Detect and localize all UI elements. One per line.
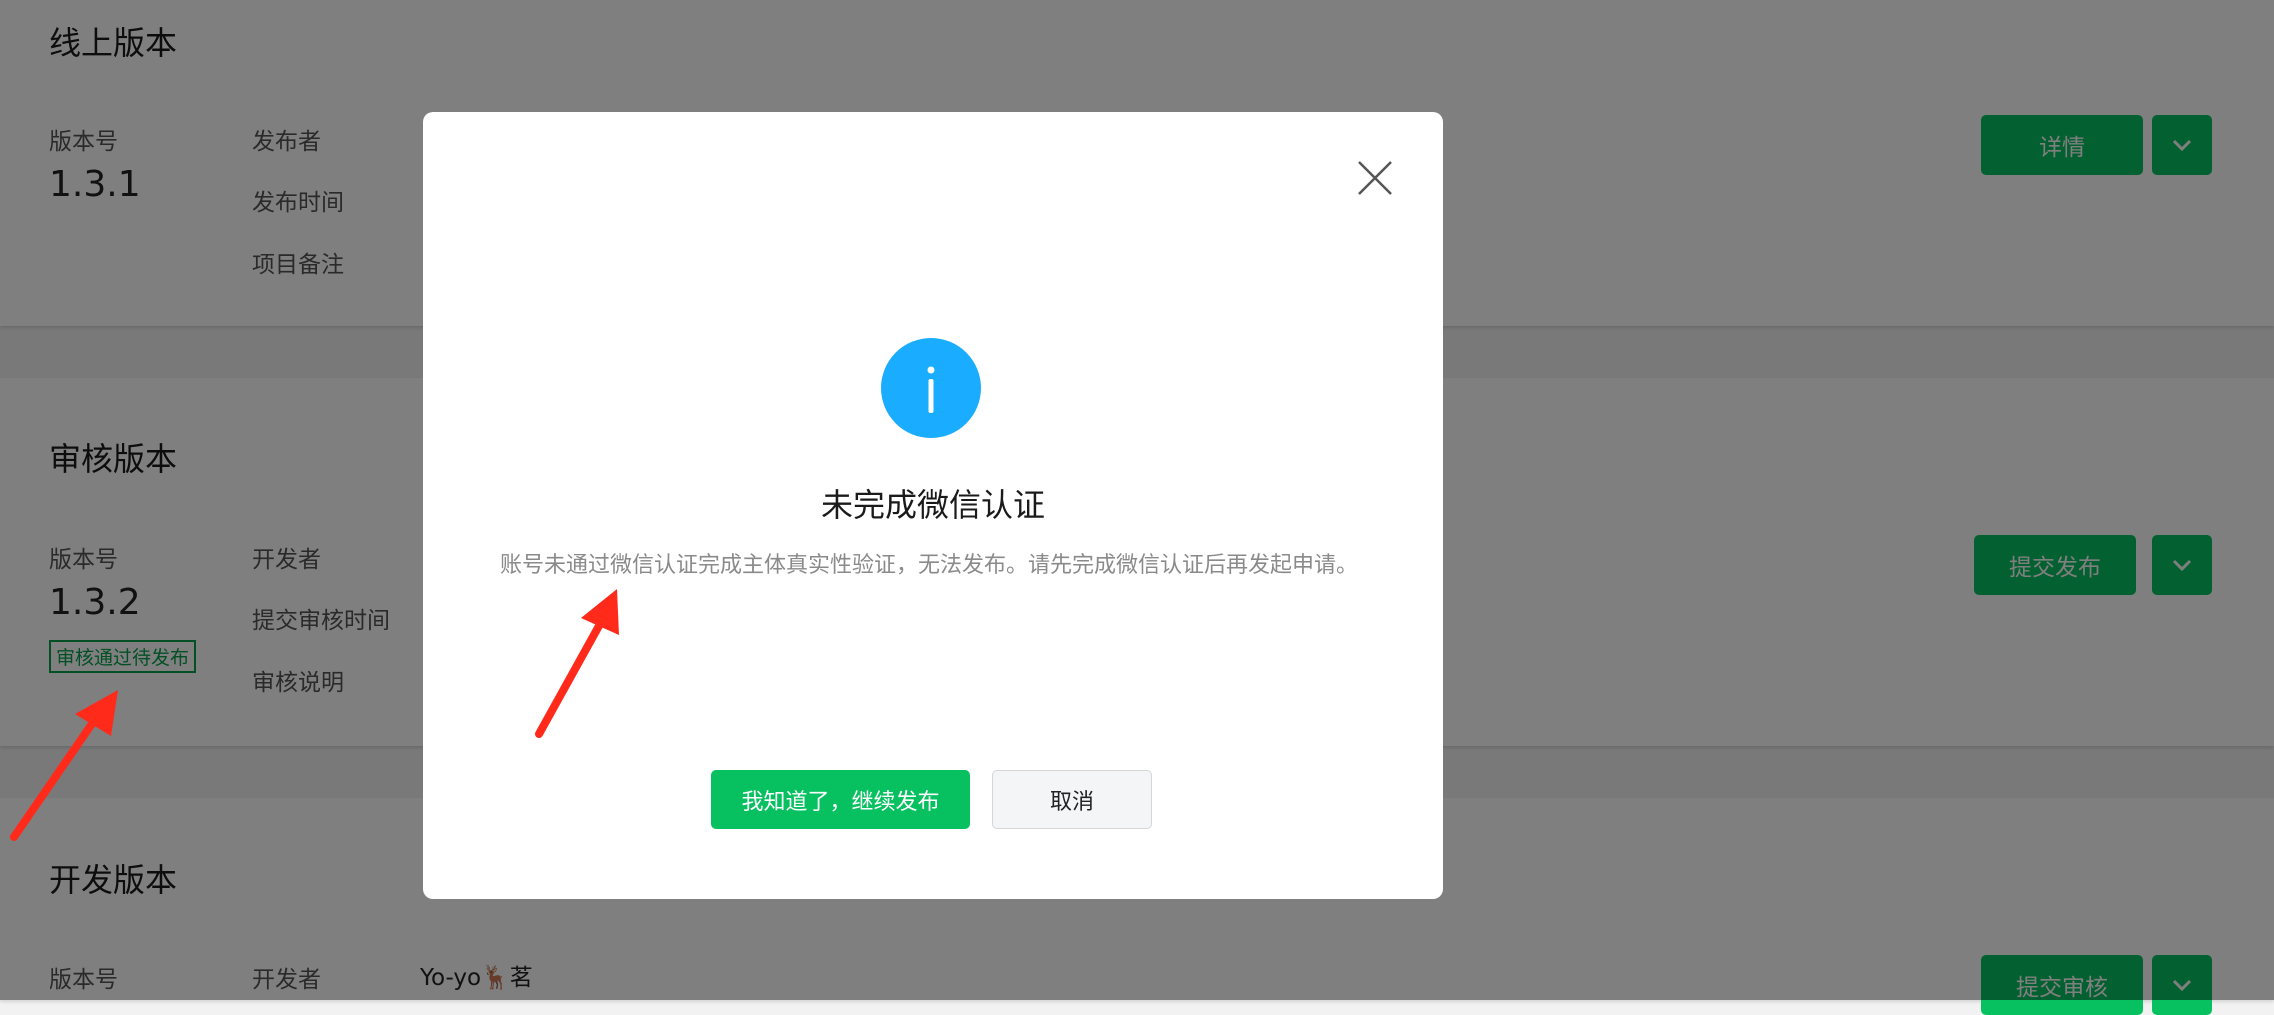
cancel-button[interactable]: 取消 bbox=[992, 770, 1152, 829]
annotation-arrow-icon bbox=[10, 690, 118, 841]
annotation-arrow-icon bbox=[535, 589, 619, 738]
close-button[interactable] bbox=[1351, 154, 1399, 202]
close-icon bbox=[1358, 161, 1392, 195]
info-icon bbox=[881, 338, 981, 438]
dialog-title: 未完成微信认证 bbox=[820, 486, 1045, 524]
verification-dialog: 未完成微信认证 账号未通过微信认证完成主体真实性验证，无法发布。请先完成微信认证… bbox=[423, 112, 1443, 899]
confirm-continue-button[interactable]: 我知道了，继续发布 bbox=[711, 770, 970, 829]
